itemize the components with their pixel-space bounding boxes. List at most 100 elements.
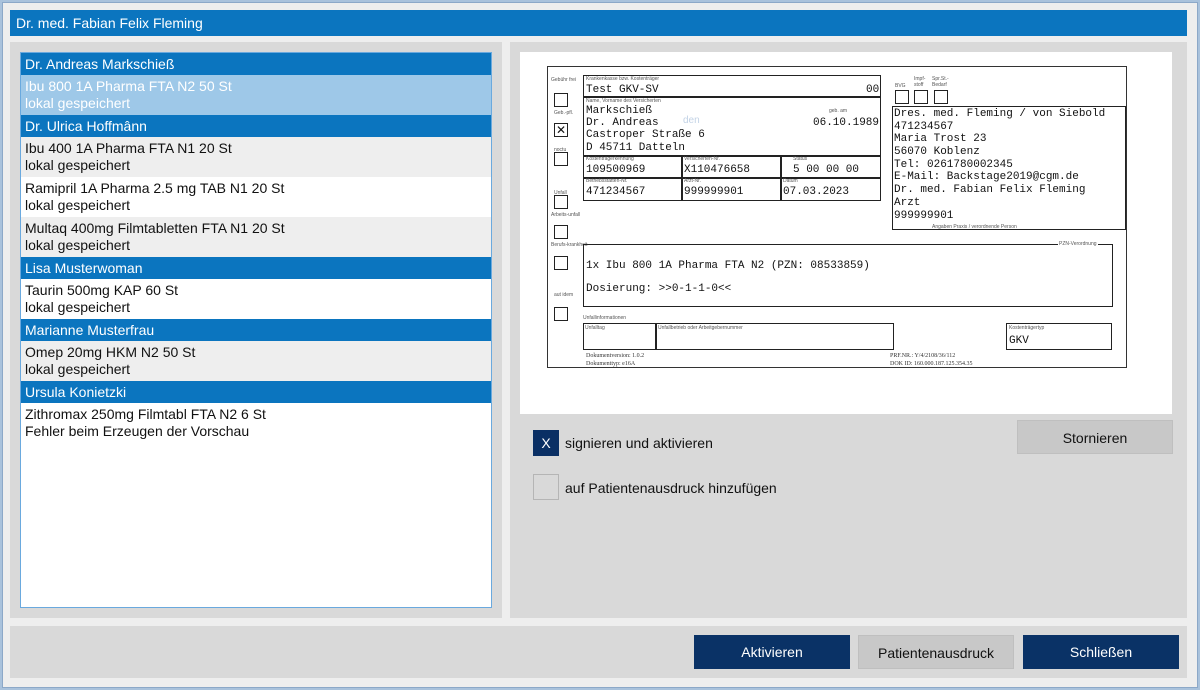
patient-group-header[interactable]: Dr. Andreas Markschieß <box>21 53 491 75</box>
list-item[interactable]: Ibu 800 1A Pharma FTA N2 50 St lokal ges… <box>21 75 491 115</box>
form-label: Arzt-Nr. <box>684 178 701 184</box>
form-label: Kostenträgertyp <box>1009 325 1045 331</box>
list-item-name: Ibu 400 1A Pharma FTA N1 20 St <box>25 140 232 156</box>
form-label: Spr.St.-Bedarf <box>932 76 949 88</box>
list-item-status: lokal gespeichert <box>25 361 131 377</box>
checkbox-bvg <box>895 90 909 104</box>
prescription-preview: Gebühr frei Geb.-pfl. ✕ noctu Unfall Arb… <box>520 52 1172 414</box>
checkbox-berufskrankheit <box>554 256 568 270</box>
verordnung-box <box>583 244 1113 307</box>
patient-line: Castroper Straße 6 <box>586 129 705 141</box>
form-label: Geb.-pfl. <box>554 110 574 116</box>
patient-line: D 45711 Datteln <box>586 142 686 154</box>
kostentraegertyp-value: GKV <box>1009 335 1029 347</box>
prescription-form: Gebühr frei Geb.-pfl. ✕ noctu Unfall Arb… <box>547 66 1127 368</box>
form-label: Impf-stoff <box>914 76 926 88</box>
list-item-status: lokal gespeichert <box>25 95 131 111</box>
form-label: Datum <box>783 178 798 184</box>
patient-print-button[interactable]: Patientenausdruck <box>858 635 1014 669</box>
prf-nr: PRF.NR.: Y/4/2108/36/112 <box>890 353 956 359</box>
cancel-button[interactable]: Stornieren <box>1017 420 1173 454</box>
dosierung-text: Dosierung: >>0-1-1-0<< <box>586 283 732 295</box>
list-item-name: Taurin 500mg KAP 60 St <box>25 282 179 298</box>
doctor-line: Tel: 0261780002345 <box>894 159 1013 171</box>
list-item-status: lokal gespeichert <box>25 299 131 315</box>
sign-checkbox[interactable]: X <box>533 430 559 456</box>
patient-group-header[interactable]: Ursula Konietzki <box>21 381 491 403</box>
patient-line: Markschieß <box>586 105 653 117</box>
list-item[interactable]: Multaq 400mg Filmtabletten FTA N1 20 St … <box>21 217 491 257</box>
doctor-line: Maria Trost 23 <box>894 133 987 145</box>
sign-checkbox-label[interactable]: signieren und aktivieren <box>565 435 713 451</box>
checkbox-gebuehr-frei <box>554 93 568 107</box>
list-item-name: Omep 20mg HKM N2 50 St <box>25 344 196 360</box>
list-item[interactable]: Ramipril 1A Pharma 2.5 mg TAB N1 20 St l… <box>21 177 491 217</box>
list-item-status: lokal gespeichert <box>25 197 131 213</box>
form-label: Unfallbetrieb oder Arbeitgebernummer <box>658 325 743 331</box>
patient-print-button-label: Patientenausdruck <box>878 645 994 661</box>
patient-group-header[interactable]: Dr. Ulrica Hoffmânn <box>21 115 491 137</box>
print-checkbox[interactable] <box>533 474 559 500</box>
list-item-status: lokal gespeichert <box>25 237 131 253</box>
checkbox-impfstoff <box>914 90 928 104</box>
list-item[interactable]: Zithromax 250mg Filmtabl FTA N2 6 St Feh… <box>21 403 491 447</box>
dok-id: DOK ID: 160.000.187.125.354.35 <box>890 361 973 367</box>
patient-group-header[interactable]: Marianne Musterfrau <box>21 319 491 341</box>
list-item-name: Ramipril 1A Pharma 2.5 mg TAB N1 20 St <box>25 180 285 196</box>
list-item-name: Multaq 400mg Filmtabletten FTA N1 20 St <box>25 220 285 236</box>
right-panel: Gebühr frei Geb.-pfl. ✕ noctu Unfall Arb… <box>510 42 1187 618</box>
activate-button[interactable]: Aktivieren <box>694 635 850 669</box>
close-button-label: Schließen <box>1069 644 1133 660</box>
doctor-line: Arzt <box>894 197 921 209</box>
cancel-button-label: Stornieren <box>1062 430 1128 446</box>
form-label: Krankenkasse bzw. Kostenträger <box>586 76 660 82</box>
kostentraeger-value: 109500969 <box>586 164 646 176</box>
list-item-status: Fehler beim Erzeugen der Vorschau <box>25 423 250 439</box>
date-value: 07.03.2023 <box>783 186 850 198</box>
doctor-line: Dres. med. Fleming / von Siebold <box>894 108 1106 120</box>
close-button[interactable]: Schließen <box>1023 635 1179 669</box>
patient-line: Dr. Andreas <box>586 117 659 129</box>
insurance-name: Test GKV-SV <box>586 84 659 96</box>
checkbox-unfall <box>554 195 568 209</box>
form-label: Gebühr frei <box>551 77 577 83</box>
doctor-line: 56070 Koblenz <box>894 146 980 158</box>
lanr-value: 999999901 <box>684 186 744 198</box>
form-label: Arbeits-unfall <box>551 212 581 218</box>
list-item[interactable]: Taurin 500mg KAP 60 St lokal gespeichert <box>21 279 491 319</box>
doctor-line: E-Mail: Backstage2019@cgm.de <box>894 171 1079 183</box>
patient-group-header[interactable]: Lisa Musterwoman <box>21 257 491 279</box>
print-checkbox-label[interactable]: auf Patientenausdruck hinzufügen <box>565 480 777 496</box>
left-panel: Dr. Andreas Markschieß Ibu 800 1A Pharma… <box>10 42 502 618</box>
birth-date: 06.10.1989 <box>813 117 880 129</box>
list-item[interactable]: Omep 20mg HKM N2 50 St lokal gespeichert <box>21 341 491 381</box>
checkbox-aut-idem <box>554 307 568 321</box>
checkbox-noctu <box>554 152 568 166</box>
doc-type: Dokumenttyp: e16A <box>586 361 636 367</box>
overlay-ghost-text: den <box>683 115 700 126</box>
list-item-name: Ibu 800 1A Pharma FTA N2 50 St <box>25 78 232 94</box>
list-item-status: lokal gespeichert <box>25 157 131 173</box>
checkbox-geb-pfl: ✕ <box>554 123 568 137</box>
versichertennummer-value: X110476658 <box>684 164 751 176</box>
form-divider <box>655 323 657 350</box>
doc-version: Dokumentversion: 1.0.2 <box>586 353 645 359</box>
form-label: geb. am <box>829 108 848 114</box>
form-label: Angaben Praxis / verordnende Person <box>932 224 1017 230</box>
doctor-line: Dr. med. Fabian Felix Fleming <box>894 184 1086 196</box>
checkbox-arbeitsunfall <box>554 225 568 239</box>
form-label: Versicherten-Nr. <box>684 156 720 162</box>
prescription-list[interactable]: Dr. Andreas Markschieß Ibu 800 1A Pharma… <box>20 52 492 608</box>
window-title: Dr. med. Fabian Felix Fleming <box>10 10 1187 36</box>
form-label: Unfallinformationen <box>583 315 627 321</box>
list-item[interactable]: Ibu 400 1A Pharma FTA N1 20 St lokal ges… <box>21 137 491 177</box>
form-label: PZN-Verordnung <box>1058 241 1098 247</box>
form-label: Unfalltag <box>585 325 605 331</box>
form-divider <box>583 177 881 179</box>
form-label: Betriebsstätten-Nr. <box>586 178 628 184</box>
doctor-line: 999999901 <box>894 210 954 222</box>
status-value: 5 00 00 00 <box>793 164 860 176</box>
list-item-name: Zithromax 250mg Filmtabl FTA N2 6 St <box>25 406 266 422</box>
doctor-line: 471234567 <box>894 121 954 133</box>
activate-button-label: Aktivieren <box>741 644 803 660</box>
